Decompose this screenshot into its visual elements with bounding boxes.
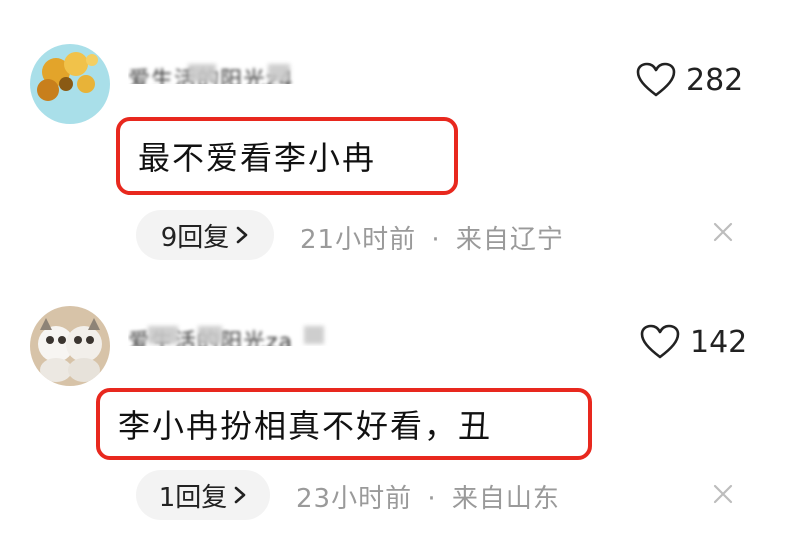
comment-highlight-box: 最不爱看李小冉 xyxy=(116,117,458,195)
comment-text: 李小冉扮相真不好看，丑 xyxy=(118,407,493,445)
heart-outline-icon xyxy=(636,62,676,97)
like-count: 282 xyxy=(686,62,744,98)
comment-meta: 21小时前 · 来自辽宁 xyxy=(300,219,564,256)
username[interactable]: 爱生活的阳光za xyxy=(128,322,348,346)
like-button[interactable]: 142 xyxy=(640,324,747,360)
username[interactable]: 爱生活的阳光z4 xyxy=(128,60,348,84)
comment-time: 23小时前 xyxy=(296,484,413,514)
chevron-right-icon xyxy=(236,226,248,244)
comment-item: 爱生活的阳光z4 282 最不爱看李小冉 9回复 21小时前 · 来自辽宁 xyxy=(0,0,800,270)
comment-highlight-box: 李小冉扮相真不好看，丑 xyxy=(96,388,592,460)
meta-separator: · xyxy=(427,484,437,514)
avatar-image xyxy=(30,306,110,386)
avatar-image xyxy=(30,44,110,124)
comment-location: 来自山东 xyxy=(451,484,560,514)
chevron-right-icon xyxy=(234,486,246,504)
close-icon[interactable] xyxy=(712,220,734,250)
comment-meta: 23小时前 · 来自山东 xyxy=(296,478,560,515)
reply-count-label: 1回复 xyxy=(158,482,228,513)
like-count: 142 xyxy=(690,324,748,360)
reply-count-button[interactable]: 1回复 xyxy=(136,470,270,520)
comment-location: 来自辽宁 xyxy=(455,225,564,255)
heart-outline-icon xyxy=(640,324,680,359)
avatar[interactable] xyxy=(30,306,110,386)
comment-time: 21小时前 xyxy=(300,225,417,255)
comment-text: 最不爱看李小冉 xyxy=(138,139,377,177)
reply-count-label: 9回复 xyxy=(160,222,230,253)
comment-item: 爱生活的阳光za 142 李小冉扮相真不好看，丑 1回复 23小时前 · 来自山… xyxy=(0,270,800,558)
meta-separator: · xyxy=(431,225,441,255)
close-icon[interactable] xyxy=(712,482,734,512)
like-button[interactable]: 282 xyxy=(636,62,743,98)
avatar[interactable] xyxy=(30,44,110,124)
reply-count-button[interactable]: 9回复 xyxy=(136,210,274,260)
